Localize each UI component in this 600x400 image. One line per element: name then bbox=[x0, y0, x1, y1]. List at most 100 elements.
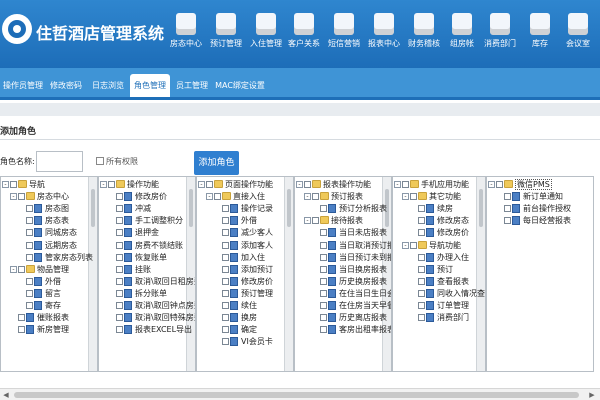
permission-checkbox[interactable] bbox=[116, 277, 123, 285]
permission-checkbox[interactable] bbox=[116, 265, 123, 273]
tree-scrollbar[interactable] bbox=[186, 177, 195, 371]
collapse-toggle-icon[interactable]: - bbox=[304, 217, 311, 225]
permission-checkbox[interactable] bbox=[312, 193, 319, 201]
nav-booking-calendar[interactable]: 预订管理 bbox=[204, 10, 248, 60]
collapse-toggle-icon[interactable]: - bbox=[198, 181, 205, 188]
permission-checkbox[interactable] bbox=[418, 314, 425, 322]
permission-checkbox[interactable] bbox=[320, 302, 327, 309]
role-name-input[interactable] bbox=[36, 151, 83, 172]
tab-3[interactable]: 角色管理 bbox=[130, 74, 170, 97]
collapse-toggle-icon[interactable]: - bbox=[402, 193, 409, 201]
permission-checkbox[interactable] bbox=[320, 277, 327, 285]
permission-checkbox[interactable] bbox=[116, 205, 123, 213]
nav-sms-envelope[interactable]: 短信营销 bbox=[322, 10, 366, 60]
collapse-toggle-icon[interactable]: - bbox=[206, 193, 213, 201]
permission-checkbox[interactable] bbox=[116, 302, 123, 309]
permission-checkbox[interactable] bbox=[222, 314, 229, 322]
permission-checkbox[interactable] bbox=[496, 181, 503, 188]
scroll-right-arrow-icon[interactable]: ▶ bbox=[588, 391, 596, 399]
permission-checkbox[interactable] bbox=[320, 253, 327, 261]
permission-checkbox[interactable] bbox=[116, 229, 123, 237]
permission-checkbox[interactable] bbox=[18, 193, 25, 201]
permission-checkbox[interactable] bbox=[222, 302, 229, 309]
tree-scrollbar[interactable] bbox=[284, 177, 293, 371]
permission-checkbox[interactable] bbox=[18, 265, 25, 273]
nav-consumption-dept[interactable]: 消费部门 bbox=[478, 10, 522, 60]
permission-checkbox[interactable] bbox=[116, 314, 123, 322]
permission-checkbox[interactable] bbox=[320, 205, 327, 213]
permission-checkbox[interactable] bbox=[304, 181, 311, 188]
tab-4[interactable]: 员工管理 bbox=[172, 74, 212, 97]
permission-checkbox[interactable] bbox=[108, 181, 115, 188]
permission-checkbox[interactable] bbox=[410, 241, 417, 249]
permission-checkbox[interactable] bbox=[222, 326, 229, 334]
permission-checkbox[interactable] bbox=[320, 229, 327, 237]
permission-checkbox[interactable] bbox=[410, 193, 417, 201]
permission-checkbox[interactable] bbox=[320, 265, 327, 273]
tab-5[interactable]: MAC绑定设置 bbox=[214, 74, 266, 97]
tab-0[interactable]: 操作员管理 bbox=[2, 74, 44, 97]
permission-checkbox[interactable] bbox=[504, 217, 511, 225]
permission-checkbox[interactable] bbox=[222, 289, 229, 297]
permission-checkbox[interactable] bbox=[320, 326, 327, 334]
horizontal-scrollbar[interactable]: ◀ ▶ bbox=[0, 388, 600, 400]
collapse-toggle-icon[interactable]: - bbox=[488, 181, 495, 188]
tab-1[interactable]: 修改密码 bbox=[46, 74, 86, 97]
collapse-toggle-icon[interactable]: - bbox=[2, 181, 9, 188]
permission-checkbox[interactable] bbox=[418, 205, 425, 213]
permission-checkbox[interactable] bbox=[222, 277, 229, 285]
permission-checkbox[interactable] bbox=[418, 265, 425, 273]
permission-checkbox[interactable] bbox=[10, 181, 17, 188]
permission-checkbox[interactable] bbox=[26, 205, 33, 213]
permission-checkbox[interactable] bbox=[116, 253, 123, 261]
nav-house[interactable]: 房态中心 bbox=[164, 10, 208, 60]
permission-checkbox[interactable] bbox=[320, 289, 327, 297]
permission-checkbox[interactable] bbox=[222, 229, 229, 237]
permission-checkbox[interactable] bbox=[206, 181, 213, 188]
permission-checkbox[interactable] bbox=[222, 205, 229, 213]
permission-checkbox[interactable] bbox=[26, 253, 33, 261]
all-permissions-checkbox[interactable] bbox=[96, 157, 104, 165]
permission-checkbox[interactable] bbox=[504, 205, 511, 213]
collapse-toggle-icon[interactable]: - bbox=[402, 241, 409, 249]
permission-checkbox[interactable] bbox=[116, 326, 123, 334]
permission-checkbox[interactable] bbox=[504, 193, 511, 201]
permission-checkbox[interactable] bbox=[418, 253, 425, 261]
tab-2[interactable]: 日志浏览 bbox=[88, 74, 128, 97]
tree-scrollbar[interactable] bbox=[476, 177, 485, 371]
tree-scrollbar[interactable] bbox=[88, 177, 97, 371]
permission-checkbox[interactable] bbox=[116, 193, 123, 201]
add-role-button[interactable]: 添加角色 bbox=[194, 151, 239, 175]
nav-meeting-room[interactable]: 会议室 bbox=[556, 10, 600, 60]
permission-checkbox[interactable] bbox=[418, 302, 425, 309]
permission-checkbox[interactable] bbox=[312, 217, 319, 225]
permission-checkbox[interactable] bbox=[222, 253, 229, 261]
permission-checkbox[interactable] bbox=[26, 277, 33, 285]
permission-checkbox[interactable] bbox=[222, 338, 229, 346]
permission-checkbox[interactable] bbox=[116, 217, 123, 225]
permission-checkbox[interactable] bbox=[418, 289, 425, 297]
permission-checkbox[interactable] bbox=[320, 241, 327, 249]
permission-checkbox[interactable] bbox=[116, 289, 123, 297]
collapse-toggle-icon[interactable]: - bbox=[100, 181, 107, 188]
permission-checkbox[interactable] bbox=[18, 314, 25, 322]
permission-checkbox[interactable] bbox=[26, 217, 33, 225]
permission-checkbox[interactable] bbox=[320, 314, 327, 322]
permission-checkbox[interactable] bbox=[418, 229, 425, 237]
collapse-toggle-icon[interactable]: - bbox=[296, 181, 303, 188]
collapse-toggle-icon[interactable]: - bbox=[10, 193, 17, 201]
permission-checkbox[interactable] bbox=[18, 326, 25, 334]
permission-checkbox[interactable] bbox=[222, 265, 229, 273]
permission-checkbox[interactable] bbox=[26, 289, 33, 297]
permission-checkbox[interactable] bbox=[222, 241, 229, 249]
scroll-left-arrow-icon[interactable]: ◀ bbox=[2, 391, 10, 399]
permission-checkbox[interactable] bbox=[418, 277, 425, 285]
permission-checkbox[interactable] bbox=[402, 181, 409, 188]
permission-checkbox[interactable] bbox=[26, 302, 33, 309]
horizontal-scroll-thumb[interactable] bbox=[14, 392, 579, 398]
collapse-toggle-icon[interactable]: - bbox=[394, 181, 401, 188]
permission-checkbox[interactable] bbox=[222, 217, 229, 225]
permission-checkbox[interactable] bbox=[116, 241, 123, 249]
permission-checkbox[interactable] bbox=[418, 217, 425, 225]
collapse-toggle-icon[interactable]: - bbox=[10, 265, 17, 273]
